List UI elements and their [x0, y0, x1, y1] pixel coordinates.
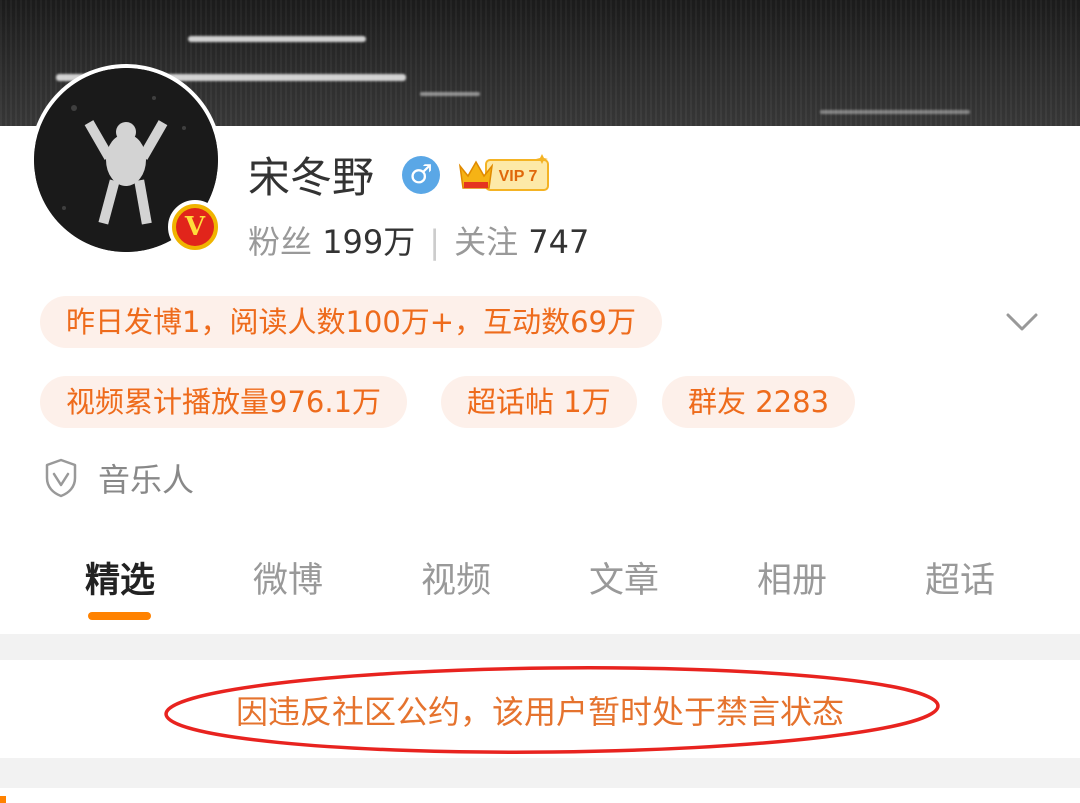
fans-label: 粉丝 [248, 223, 313, 261]
group-friends-pill[interactable]: 群友 2283 [662, 376, 856, 428]
tab-super-topic[interactable]: 超话 [880, 552, 1040, 603]
tab-video[interactable]: 视频 [376, 552, 536, 603]
section-divider-bottom [0, 758, 1080, 788]
fans-count: 199万 [322, 223, 416, 261]
identity-tag-label: 音乐人 [98, 461, 195, 499]
tab-weibo[interactable]: 微博 [208, 552, 368, 603]
video-plays-pill[interactable]: 视频累计播放量976.1万 [40, 376, 408, 428]
vip-level-label: VIP 7 [499, 168, 538, 185]
profile-tab-bar: 精选 微博 视频 文章 相册 超话 [0, 540, 1080, 630]
fans-link[interactable]: 粉丝 199万 [248, 223, 415, 261]
active-tab-indicator [88, 612, 151, 620]
stats-separator: | [429, 223, 441, 261]
super-topic-pill[interactable]: 超话帖 1万 [441, 376, 637, 428]
tab-articles[interactable]: 文章 [544, 552, 704, 603]
tab-albums[interactable]: 相册 [712, 552, 872, 603]
verified-v-badge-icon: V [168, 200, 222, 254]
red-annotation-oval [164, 666, 940, 754]
yesterday-stats-pill[interactable]: 昨日发博1，阅读人数100万+，互动数69万 [40, 296, 663, 348]
follow-count: 747 [528, 223, 590, 261]
section-divider [0, 634, 1080, 660]
next-card-edge [0, 788, 1080, 803]
chevron-down-icon[interactable] [1002, 302, 1042, 342]
tab-featured[interactable]: 精选 [40, 552, 200, 603]
follow-link[interactable]: 关注 747 [454, 223, 589, 261]
male-symbol-icon: ♂ [402, 156, 440, 194]
vip-crown-badge-icon[interactable]: VIP 7 [456, 152, 552, 194]
identity-tag[interactable]: 音乐人 [44, 456, 194, 500]
follow-label: 关注 [454, 223, 519, 261]
profile-name: 宋冬野 [248, 153, 375, 202]
shield-v-icon [45, 458, 77, 498]
orange-marker [0, 796, 6, 803]
follow-stats: 粉丝 199万 | 关注 747 [248, 220, 589, 264]
